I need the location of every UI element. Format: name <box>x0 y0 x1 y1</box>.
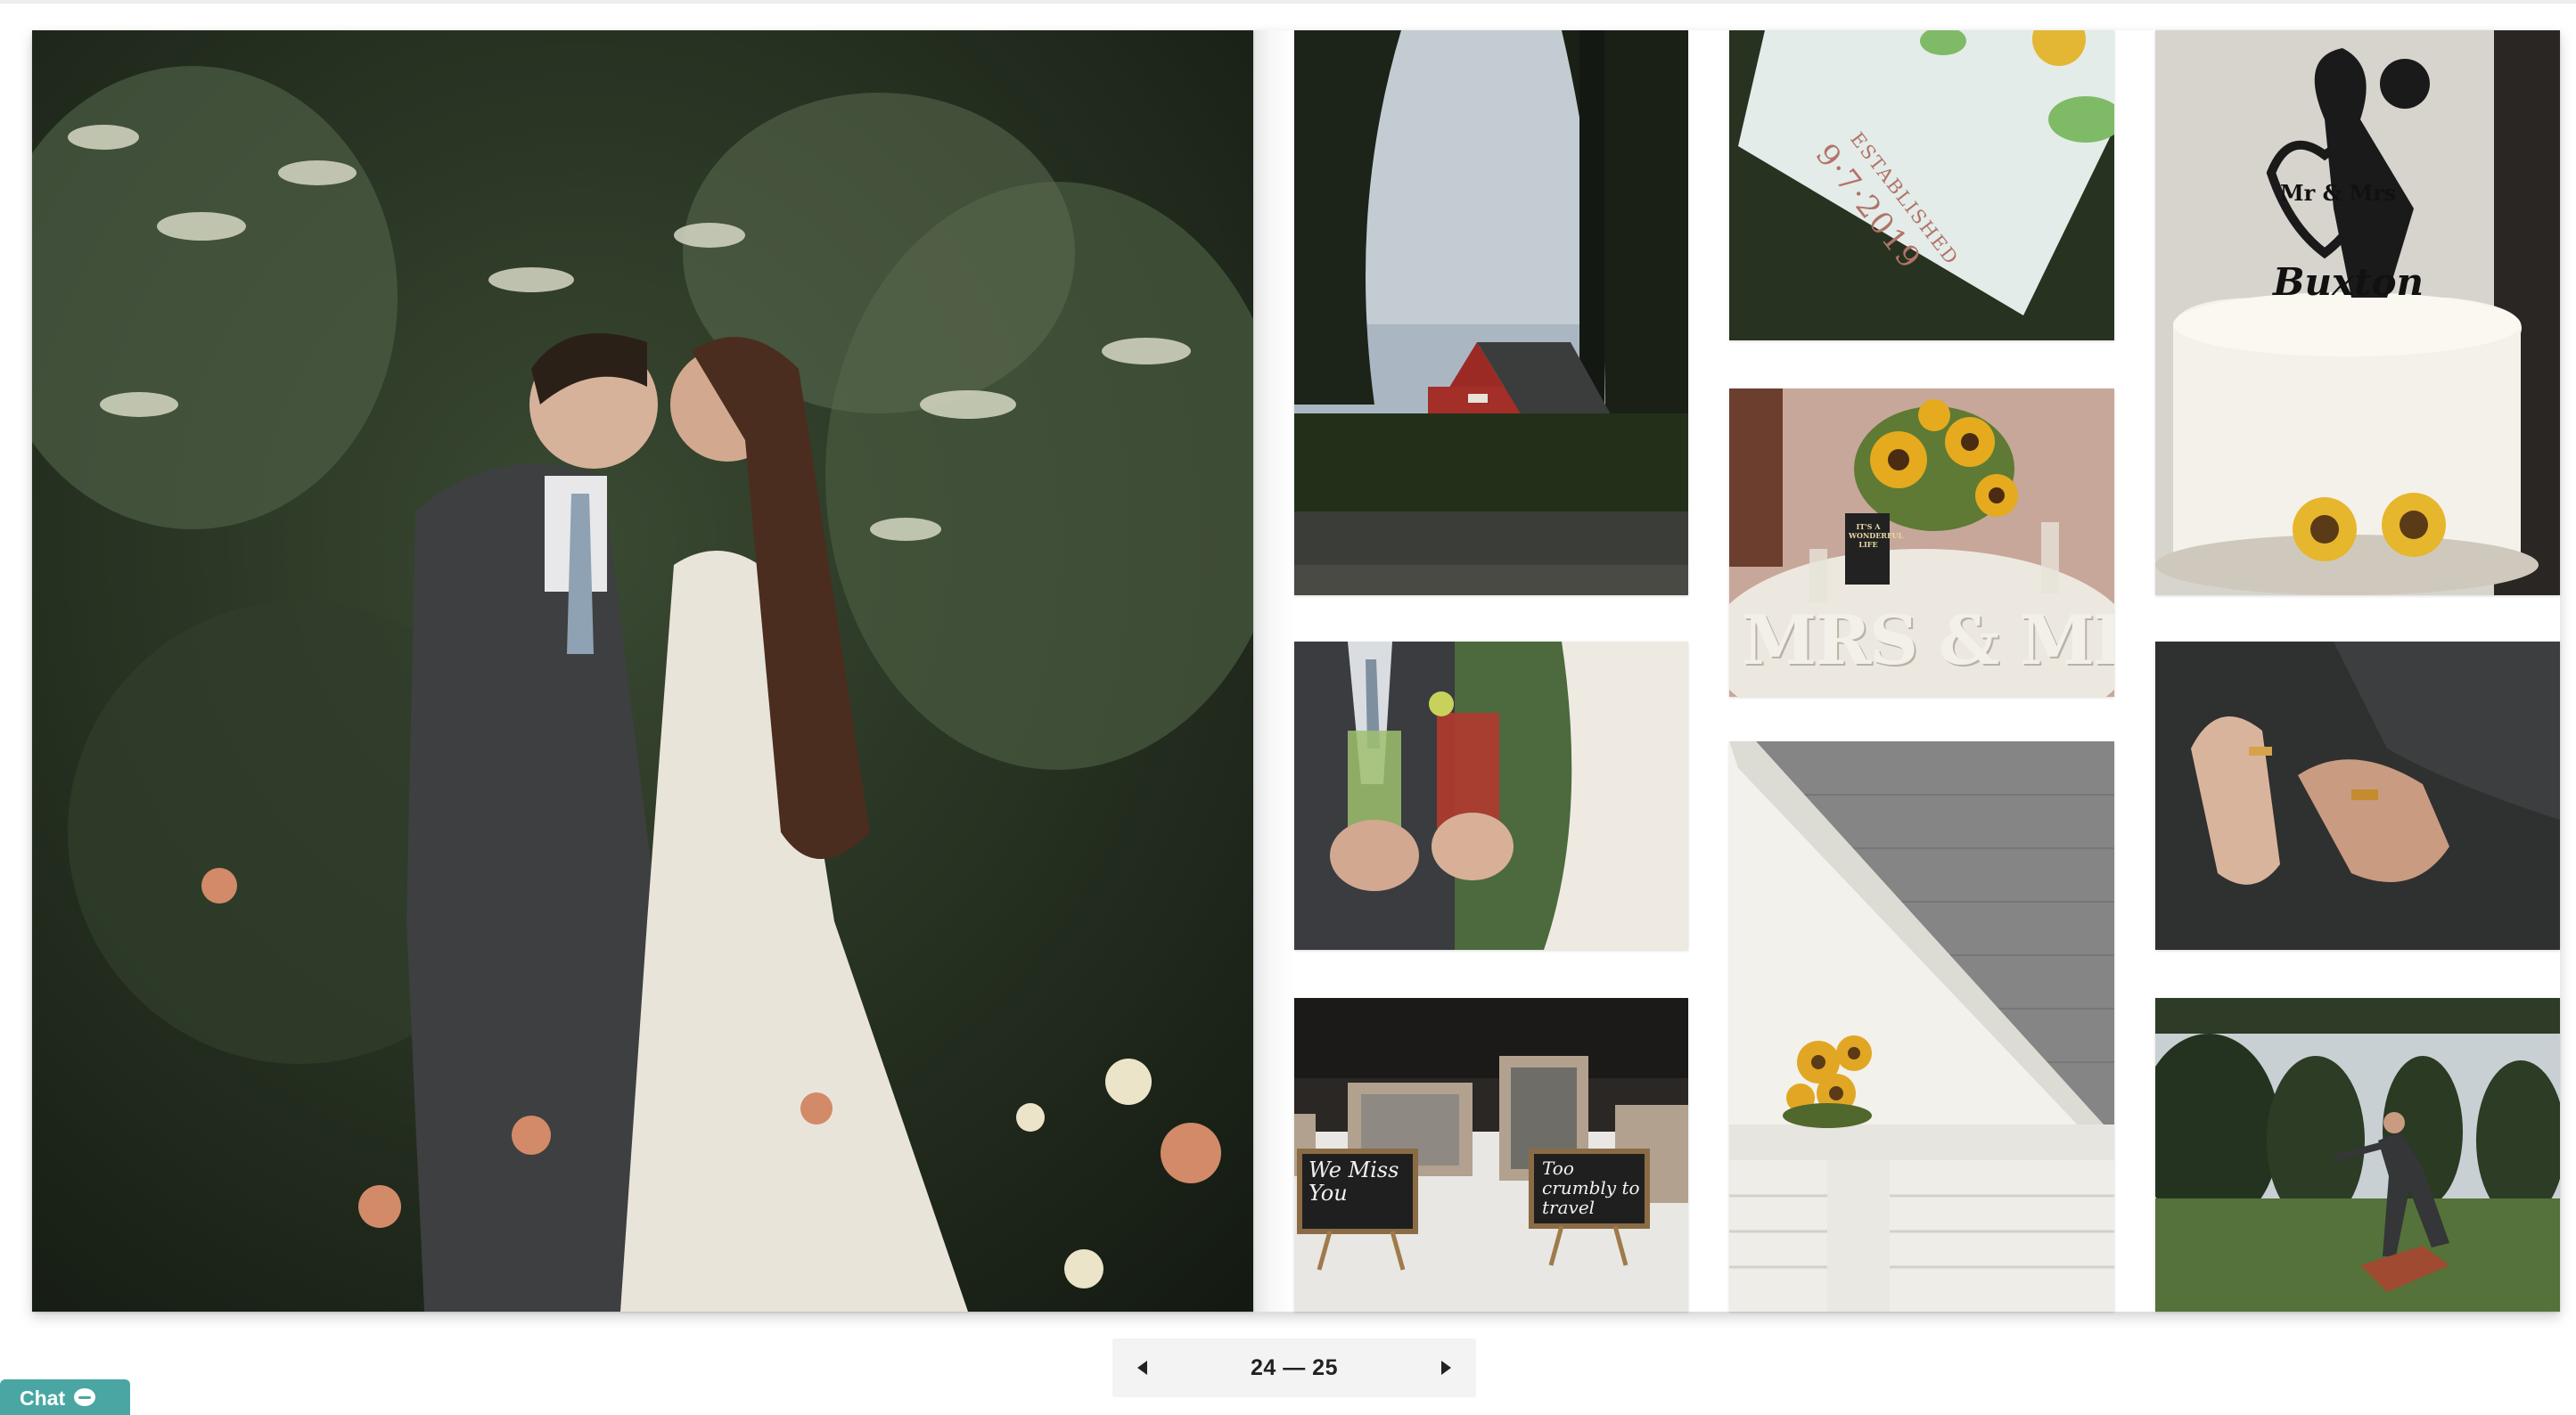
church-roof-sunflowers-image <box>1729 741 2114 1312</box>
chat-bubble-icon <box>74 1388 96 1406</box>
triangle-left-icon <box>1136 1361 1147 1375</box>
triangle-right-icon <box>1441 1361 1452 1375</box>
photo-wedding-rings[interactable] <box>2155 642 2560 950</box>
cake-topper-image <box>2155 30 2560 595</box>
spread-gutter-shadow <box>1253 30 1294 1312</box>
top-border <box>0 0 2576 4</box>
chat-button-label: Chat <box>20 1386 66 1410</box>
photo-memory-table[interactable]: We Miss You Too crumbly to travel <box>1294 998 1688 1312</box>
memory-table-image <box>1294 998 1688 1312</box>
couple-kiss-image <box>32 30 1253 1312</box>
cake-topper-line2: Buxton <box>2273 260 2424 304</box>
wedding-rings-image <box>2155 642 2560 950</box>
memory-sign-we-miss-you: We Miss You <box>1309 1157 1399 1206</box>
page-navigator: 24 — 25 <box>1112 1338 1476 1397</box>
centerpiece-sign-text: IT'S A WONDERFUL LIFE <box>1849 522 1904 549</box>
photo-established-card[interactable]: ESTABLISHED 9·7·2019 <box>1729 30 2114 340</box>
photo-cornhole-game[interactable] <box>2155 998 2560 1312</box>
chat-button[interactable]: Chat <box>0 1379 130 1415</box>
photo-cake-topper[interactable]: Mr & Mrs Buxton <box>2155 30 2560 595</box>
page-indicator: 24 — 25 <box>1250 1354 1338 1380</box>
next-page-button[interactable] <box>1417 1338 1476 1397</box>
photo-red-barn[interactable] <box>1294 30 1688 595</box>
photo-sunflower-centerpiece[interactable]: IT'S A WONDERFUL LIFE MRS & MR <box>1729 389 2114 697</box>
cocktail-toast-image <box>1294 642 1688 950</box>
memory-sign-too-crumbly: Too crumbly to travel <box>1542 1157 1640 1218</box>
cornhole-game-image <box>2155 998 2560 1312</box>
red-barn-image <box>1294 30 1688 595</box>
prev-page-button[interactable] <box>1112 1338 1171 1397</box>
photo-cocktail-toast[interactable] <box>1294 642 1688 950</box>
photo-church-roof-sunflowers[interactable] <box>1729 741 2114 1312</box>
cake-topper-line1: Mr & Mrs <box>2280 180 2397 206</box>
photo-couple-kiss[interactable] <box>32 30 1253 1312</box>
centerpiece-mrs-mr-letters: MRS & MR <box>1742 601 2114 680</box>
established-card-image <box>1729 30 2114 340</box>
